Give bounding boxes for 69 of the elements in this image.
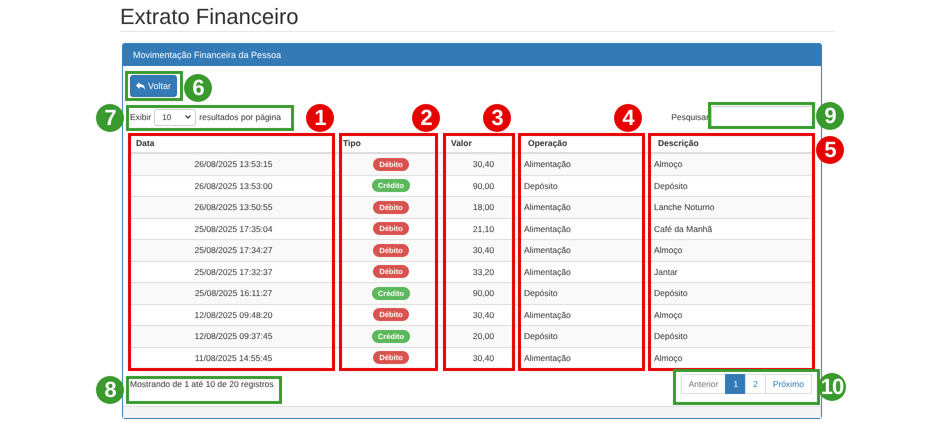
operation-cell: Alimentação bbox=[524, 352, 571, 363]
operation-cell: Depósito bbox=[524, 180, 558, 191]
operation-cell: Alimentação bbox=[524, 266, 571, 277]
value-cell: 33,20 bbox=[472, 266, 494, 277]
operation-cell: Alimentação bbox=[524, 224, 571, 234]
operation-cell: Depósito bbox=[524, 331, 558, 342]
date-cell: 26/08/2025 13:53:15 bbox=[194, 159, 272, 170]
date-cell: 25/08/2025 17:32:37 bbox=[194, 266, 272, 277]
callout-number: 6 bbox=[184, 74, 212, 102]
date-cell: 26/08/2025 13:50:55 bbox=[194, 202, 272, 212]
per-page-label: resultados por página bbox=[199, 112, 282, 122]
callout-number: 1 bbox=[306, 104, 334, 132]
date-cell: 12/08/2025 09:37:45 bbox=[194, 331, 272, 342]
column-header[interactable]: Tipo bbox=[343, 138, 361, 148]
operation-cell: Alimentação bbox=[524, 202, 571, 212]
description-cell: Depósito bbox=[654, 331, 688, 342]
chevron-down-icon bbox=[185, 115, 192, 119]
description-cell: Depósito bbox=[654, 180, 688, 191]
description-cell: Almoço bbox=[654, 310, 682, 320]
value-cell: 30,40 bbox=[472, 245, 494, 256]
value-cell: 21,10 bbox=[472, 224, 494, 234]
description-cell: Lanche Noturno bbox=[654, 202, 714, 212]
column-header[interactable]: Data bbox=[136, 138, 154, 148]
description-cell: Almoço bbox=[654, 352, 682, 363]
page-link[interactable]: 1 bbox=[725, 374, 746, 394]
column-header[interactable]: Descrição bbox=[658, 138, 699, 148]
callout-number: 2 bbox=[412, 104, 440, 132]
value-cell: 30,40 bbox=[472, 352, 494, 363]
show-label: Exibir bbox=[130, 112, 152, 122]
date-cell: 25/08/2025 17:35:04 bbox=[194, 224, 272, 234]
date-cell: 12/08/2025 09:48:20 bbox=[194, 310, 272, 320]
description-cell: Café da Manhã bbox=[654, 224, 712, 234]
page-title: Extrato Financeiro bbox=[120, 3, 299, 31]
date-cell: 25/08/2025 17:34:27 bbox=[194, 245, 272, 256]
callout-number: 5 bbox=[816, 136, 844, 164]
value-cell: 30,40 bbox=[472, 159, 494, 170]
value-cell: 90,00 bbox=[472, 180, 494, 191]
value-cell: 18,00 bbox=[472, 202, 494, 212]
reply-icon bbox=[136, 82, 145, 90]
value-cell: 90,00 bbox=[472, 288, 494, 298]
page-link[interactable]: Anterior bbox=[680, 374, 726, 394]
column-header[interactable]: Operação bbox=[528, 138, 568, 148]
back-button[interactable]: Voltar bbox=[130, 75, 177, 97]
operation-cell: Alimentação bbox=[524, 159, 571, 170]
date-cell: 25/08/2025 16:11:27 bbox=[194, 288, 272, 298]
date-cell: 26/08/2025 13:53:00 bbox=[194, 180, 272, 191]
callout-number: 9 bbox=[816, 102, 844, 130]
description-cell: Almoço bbox=[654, 245, 682, 256]
page-link[interactable]: Próximo bbox=[764, 374, 812, 394]
operation-cell: Alimentação bbox=[524, 310, 571, 320]
value-cell: 30,40 bbox=[472, 310, 494, 320]
value-cell: 20,00 bbox=[472, 331, 494, 342]
description-cell: Jantar bbox=[654, 266, 678, 277]
operation-cell: Depósito bbox=[524, 288, 558, 298]
callout-number: 10 bbox=[818, 373, 846, 401]
callout-number: 4 bbox=[614, 104, 642, 132]
column-header[interactable]: Valor bbox=[451, 138, 472, 148]
page-link[interactable]: 2 bbox=[745, 374, 766, 394]
description-cell: Depósito bbox=[654, 288, 688, 298]
operation-cell: Alimentação bbox=[524, 245, 571, 256]
callout-number: 7 bbox=[96, 104, 124, 132]
search-label: Pesquisar bbox=[671, 112, 709, 122]
description-cell: Almoço bbox=[654, 159, 682, 170]
date-cell: 11/08/2025 14:55:45 bbox=[194, 352, 272, 363]
callout-number: 3 bbox=[483, 104, 511, 132]
page-size-select[interactable]: 10 bbox=[154, 108, 196, 126]
records-summary: Mostrando de 1 até 10 de 20 registros bbox=[130, 378, 274, 389]
callout-number: 8 bbox=[96, 376, 124, 404]
panel-title: Movimentação Financeira da Pessoa bbox=[133, 50, 282, 60]
